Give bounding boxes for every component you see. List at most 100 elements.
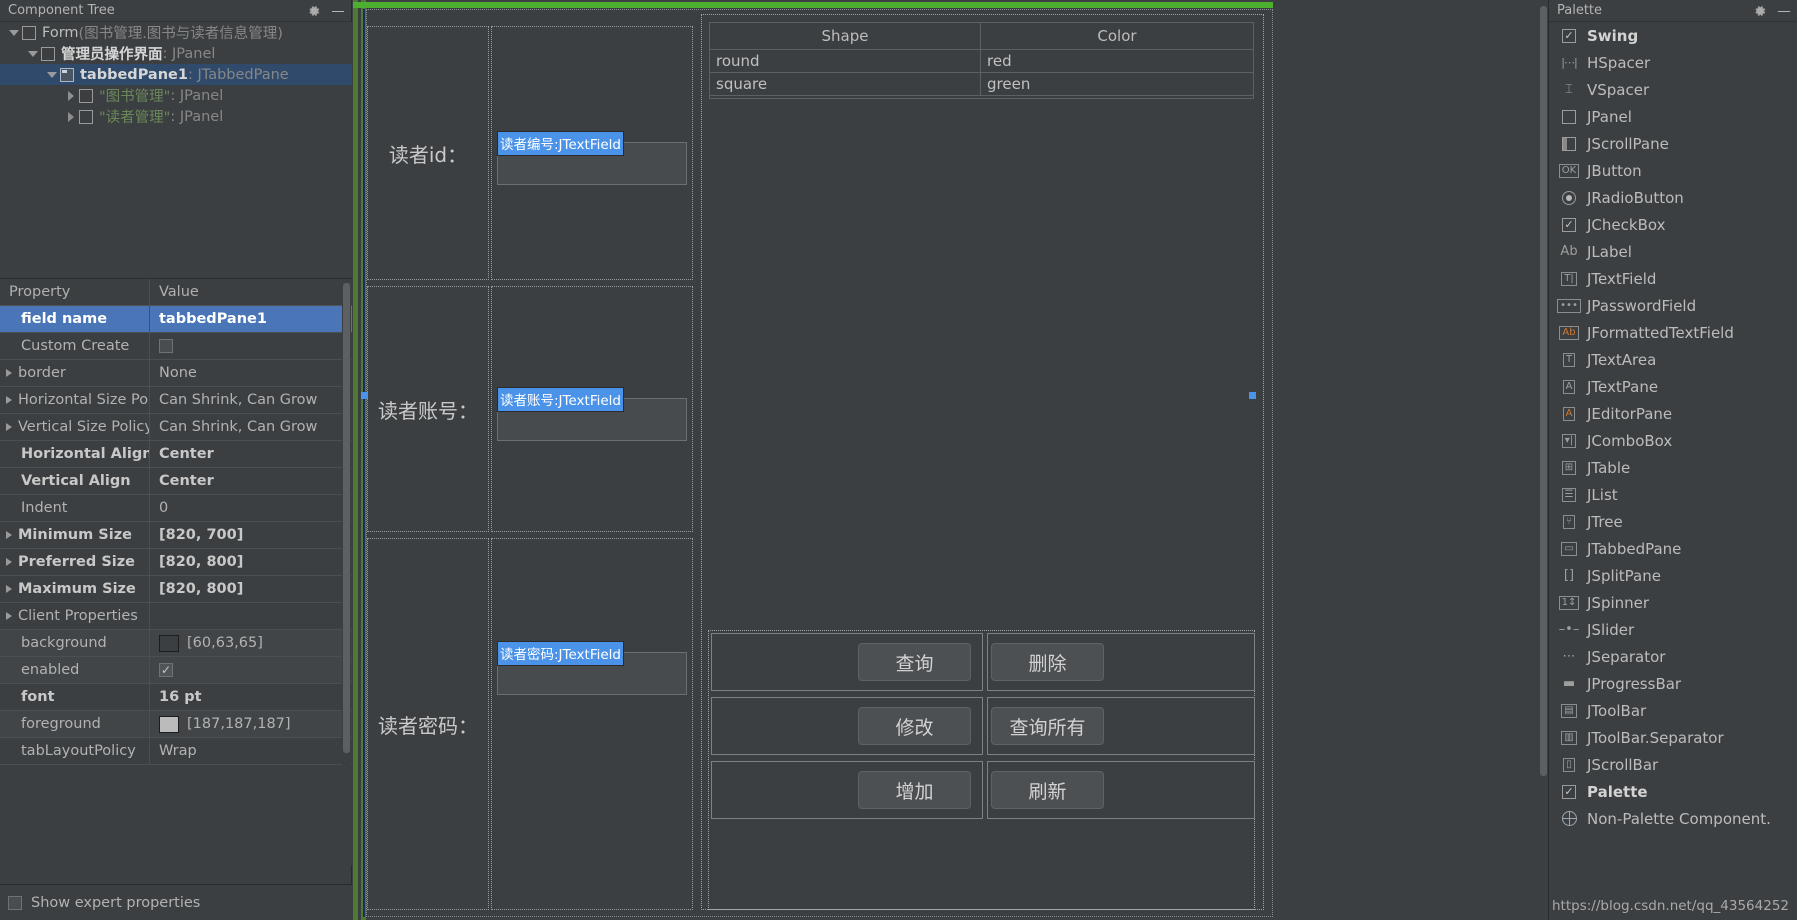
property-key-cell[interactable]: Indent: [0, 495, 150, 521]
property-value-cell[interactable]: [150, 333, 352, 359]
property-value-cell[interactable]: Can Shrink, Can Grow: [150, 387, 352, 413]
palette-item-jbutton[interactable]: OKJButton: [1549, 157, 1797, 184]
tree-row[interactable]: "读者管理" : JPanel: [0, 106, 352, 127]
property-value-cell[interactable]: tabbedPane1: [150, 306, 352, 332]
chevron-right-icon[interactable]: [6, 531, 12, 539]
query-all-button[interactable]: 查询所有: [991, 707, 1104, 745]
property-row[interactable]: enabled: [0, 657, 352, 684]
color-swatch[interactable]: [159, 716, 179, 733]
chevron-right-icon[interactable]: [63, 112, 79, 122]
tree-row[interactable]: "图书管理" : JPanel: [0, 85, 352, 106]
palette-item-jtree[interactable]: ⑂JTree: [1549, 508, 1797, 535]
property-row[interactable]: Vertical AlignCenter: [0, 468, 352, 495]
table-row[interactable]: round red: [710, 50, 1253, 73]
chevron-right-icon[interactable]: [6, 558, 12, 566]
reader-account-textfield[interactable]: 读者账号:JTextField: [497, 387, 693, 441]
shape-color-table[interactable]: Shape Color round red square green: [709, 22, 1254, 99]
palette-item-palette[interactable]: ✓Palette: [1549, 778, 1797, 805]
property-row[interactable]: Horizontal AlignCenter: [0, 441, 352, 468]
chevron-right-icon[interactable]: [6, 423, 12, 431]
property-value-cell[interactable]: [820, 800]: [150, 549, 352, 575]
palette-item-jprogressbar[interactable]: ▬JProgressBar: [1549, 670, 1797, 697]
property-key-cell[interactable]: Custom Create: [0, 333, 150, 359]
property-row[interactable]: Indent0: [0, 495, 352, 522]
query-button[interactable]: 查询: [858, 643, 971, 681]
palette-item-jscrollbar[interactable]: ▯JScrollBar: [1549, 751, 1797, 778]
property-key-cell[interactable]: Minimum Size: [0, 522, 150, 548]
palette-item-jtoolbar[interactable]: ▤JToolBar: [1549, 697, 1797, 724]
table-cell-color[interactable]: green: [981, 73, 1253, 95]
palette-item-jcombobox[interactable]: ▾|JComboBox: [1549, 427, 1797, 454]
tree-row[interactable]: 管理员操作界面 : JPanel: [0, 43, 352, 64]
chevron-right-icon[interactable]: [6, 396, 12, 404]
minimize-icon[interactable]: [1777, 4, 1791, 18]
palette-item-jtabbedpane[interactable]: ▭JTabbedPane: [1549, 535, 1797, 562]
refresh-button[interactable]: 刷新: [991, 771, 1104, 809]
palette-item-jpanel[interactable]: JPanel: [1549, 103, 1797, 130]
modify-button[interactable]: 修改: [858, 707, 971, 745]
property-value-cell[interactable]: [150, 657, 352, 683]
property-row[interactable]: background[60,63,65]: [0, 630, 352, 657]
palette-item-jtoolbar-separator[interactable]: ▥JToolBar.Separator: [1549, 724, 1797, 751]
designer-scrollbar-thumb[interactable]: [1540, 6, 1547, 776]
value-column-header[interactable]: Value: [150, 279, 352, 305]
palette-item-jlabel[interactable]: AbJLabel: [1549, 238, 1797, 265]
table-cell-shape[interactable]: square: [710, 73, 981, 95]
chevron-right-icon[interactable]: [6, 369, 12, 377]
palette-item-jslider[interactable]: –•–JSlider: [1549, 616, 1797, 643]
property-key-cell[interactable]: Vertical Align: [0, 468, 150, 494]
property-value-cell[interactable]: 0: [150, 495, 352, 521]
property-value-cell[interactable]: Can Shrink, Can Grow: [150, 414, 352, 440]
property-row[interactable]: Custom Create: [0, 333, 352, 360]
palette-item-jsplitpane[interactable]: []JSplitPane: [1549, 562, 1797, 589]
gear-icon[interactable]: [1753, 4, 1767, 18]
property-key-cell[interactable]: Horizontal Align: [0, 441, 150, 467]
property-key-cell[interactable]: tabLayoutPolicy: [0, 738, 150, 764]
property-value-cell[interactable]: None: [150, 360, 352, 386]
color-swatch[interactable]: [159, 635, 179, 652]
chevron-right-icon[interactable]: [63, 91, 79, 101]
chevron-down-icon[interactable]: [44, 72, 60, 78]
palette-item-jcheckbox[interactable]: ✓JCheckBox: [1549, 211, 1797, 238]
component-tree[interactable]: Form (图书管理.图书与读者信息管理)管理员操作界面 : JPaneltab…: [0, 22, 352, 278]
palette-item-jeditorpane[interactable]: AJEditorPane: [1549, 400, 1797, 427]
property-key-cell[interactable]: foreground: [0, 711, 150, 737]
chevron-down-icon[interactable]: [6, 30, 22, 36]
palette-item-hspacer[interactable]: |⋯|HSpacer: [1549, 49, 1797, 76]
show-expert-properties-row[interactable]: Show expert properties: [0, 884, 352, 920]
palette-item-jspinner[interactable]: 1↕JSpinner: [1549, 589, 1797, 616]
property-value-cell[interactable]: 16 pt: [150, 684, 352, 710]
property-key-cell[interactable]: Vertical Size Policy: [0, 414, 150, 440]
palette-item-jlist[interactable]: ☰JList: [1549, 481, 1797, 508]
property-row[interactable]: foreground[187,187,187]: [0, 711, 352, 738]
property-scrollbar-thumb[interactable]: [343, 283, 350, 753]
property-value-checkbox[interactable]: [159, 663, 173, 677]
show-expert-properties-checkbox[interactable]: [8, 896, 22, 910]
property-row[interactable]: field nametabbedPane1: [0, 306, 352, 333]
property-row[interactable]: tabLayoutPolicyWrap: [0, 738, 352, 765]
property-key-cell[interactable]: enabled: [0, 657, 150, 683]
property-value-checkbox[interactable]: [159, 339, 173, 353]
palette-item-swing[interactable]: ✓Swing: [1549, 22, 1797, 49]
property-scrollbar[interactable]: [342, 279, 351, 865]
property-row[interactable]: font16 pt: [0, 684, 352, 711]
palette-item-jtable[interactable]: ⊞JTable: [1549, 454, 1797, 481]
designer-scrollbar[interactable]: [1538, 0, 1548, 920]
delete-button[interactable]: 删除: [991, 643, 1104, 681]
palette-item-non-palette-component[interactable]: Non-Palette Component.: [1549, 805, 1797, 832]
property-row[interactable]: Vertical Size PolicyCan Shrink, Can Grow: [0, 414, 352, 441]
property-key-cell[interactable]: Horizontal Size Polic: [0, 387, 150, 413]
property-row[interactable]: Preferred Size[820, 800]: [0, 549, 352, 576]
add-button[interactable]: 增加: [858, 771, 971, 809]
property-row[interactable]: Minimum Size[820, 700]: [0, 522, 352, 549]
reader-id-textfield[interactable]: 读者编号:JTextField: [497, 131, 693, 185]
selection-handle-left[interactable]: [361, 392, 368, 399]
property-value-cell[interactable]: [820, 700]: [150, 522, 352, 548]
property-row[interactable]: Maximum Size[820, 800]: [0, 576, 352, 603]
property-key-cell[interactable]: Preferred Size: [0, 549, 150, 575]
property-key-cell[interactable]: Client Properties: [0, 603, 150, 629]
palette-item-list[interactable]: ✓Swing|⋯|HSpacer⌶VSpacerJPanelJScrollPan…: [1549, 22, 1797, 832]
property-value-cell[interactable]: Center: [150, 468, 352, 494]
property-table[interactable]: PropertyValuefield nametabbedPane1Custom…: [0, 279, 352, 865]
table-row[interactable]: square green: [710, 73, 1253, 96]
